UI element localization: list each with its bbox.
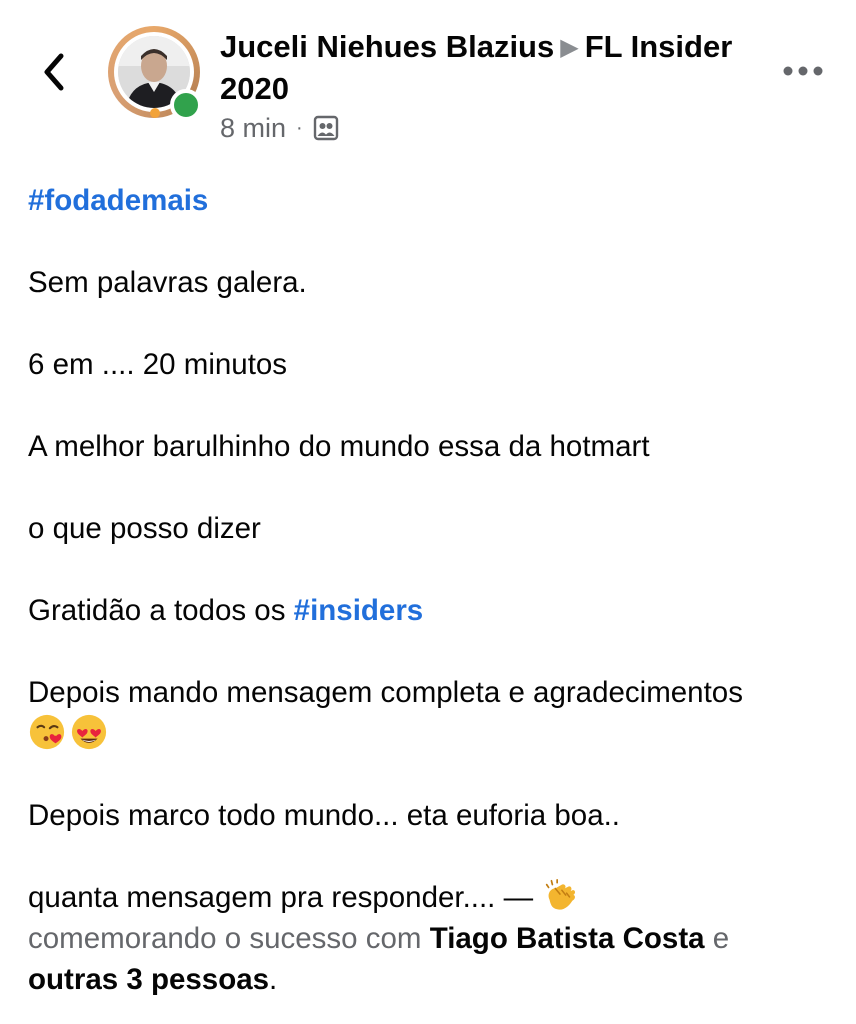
author-name-link[interactable]: Juceli Niehues Blazius — [220, 29, 554, 64]
period-text: . — [269, 963, 278, 996]
back-button[interactable] — [32, 50, 76, 94]
post-body: #fodademais Sem palavras galera. 6 em ..… — [28, 180, 838, 1000]
meta-separator: · — [296, 116, 303, 139]
post-title: Juceli Niehues Blazius ▶ FL Insider 2020 — [220, 26, 740, 109]
post-line: Depois marco todo mundo... eta euforia b… — [28, 799, 620, 832]
post-timestamp[interactable]: 8 min — [220, 113, 286, 144]
post-meta: 8 min · — [220, 110, 339, 146]
story-badge — [150, 108, 160, 118]
more-options-button[interactable] — [778, 56, 828, 86]
tagged-person-link[interactable]: Tiago Batista Costa — [430, 922, 705, 955]
post-line: Gratidão a todos os #insiders — [28, 594, 424, 627]
conjunction-text: e — [712, 922, 730, 955]
post-line: Depois mando mensagem completa e agradec… — [28, 672, 838, 754]
group-audience-icon — [313, 115, 338, 141]
post-line: 6 em .... 20 minutos — [28, 348, 288, 381]
kissing-heart-emoji — [29, 714, 65, 750]
chevron-left-icon — [44, 53, 64, 91]
online-status-indicator — [170, 89, 202, 121]
post-line: A melhor barulhinho do mundo essa da hot… — [28, 430, 650, 463]
hashtag-link[interactable]: #fodademais — [28, 184, 208, 217]
post-header: Juceli Niehues Blazius ▶ FL Insider 2020 8… — [0, 0, 856, 160]
post-line: quanta mensagem pra responder.... — come… — [28, 877, 838, 1000]
tagged-others-link[interactable]: outras 3 pessoas — [28, 963, 269, 996]
post-line: o que posso dizer — [28, 512, 261, 545]
post-line: Sem palavras galera. — [28, 266, 307, 299]
heart-eyes-emoji — [71, 714, 107, 750]
more-horizontal-icon — [783, 66, 823, 76]
clapping-hands-emoji — [546, 878, 576, 910]
arrow-right-icon: ▶ — [560, 34, 579, 61]
activity-text: comemorando o sucesso com — [28, 922, 422, 955]
hashtag-link[interactable]: #insiders — [294, 594, 424, 627]
